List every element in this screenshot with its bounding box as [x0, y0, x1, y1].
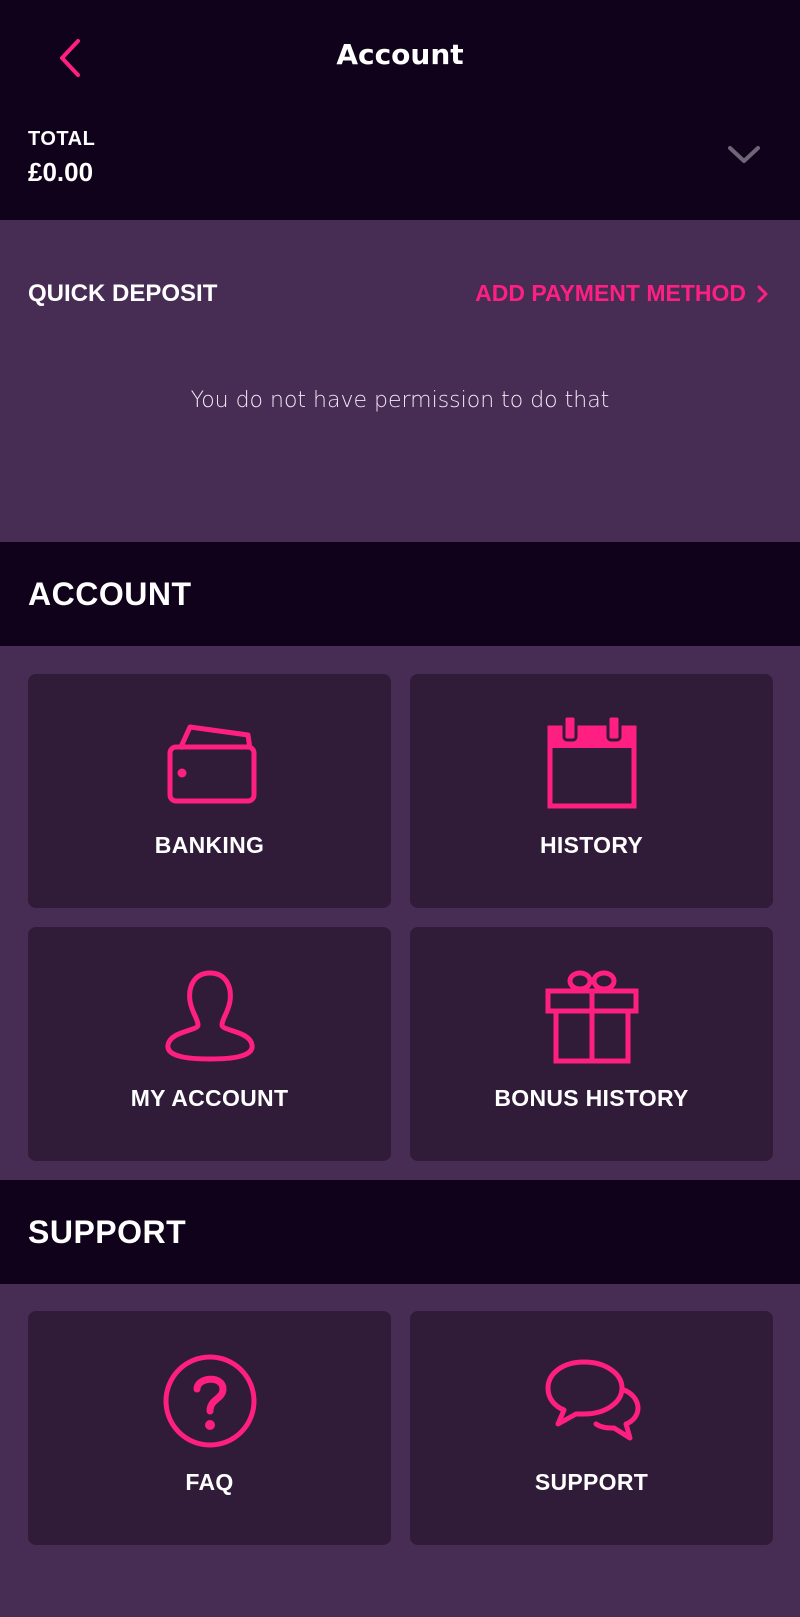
- add-payment-method-link[interactable]: ADD PAYMENT METHOD: [475, 280, 768, 307]
- calendar-icon: [547, 714, 636, 809]
- page-title: Account: [336, 38, 464, 71]
- support-section-title: SUPPORT: [28, 1214, 187, 1250]
- banking-label: BANKING: [154, 832, 265, 858]
- total-value: £0.00: [28, 157, 94, 187]
- account-section-title: ACCOUNT: [28, 576, 192, 612]
- wallet-icon: [167, 724, 256, 804]
- bonus-history-tile[interactable]: BONUS HISTORY: [410, 927, 773, 1161]
- quick-deposit-panel: QUICK DEPOSIT ADD PAYMENT METHOD You do …: [0, 220, 800, 542]
- chat-bubbles-icon: [545, 1359, 640, 1441]
- support-tile[interactable]: SUPPORT: [410, 1311, 773, 1545]
- history-tile[interactable]: HISTORY: [410, 674, 773, 908]
- my-account-tile[interactable]: MY ACCOUNT: [28, 927, 391, 1161]
- user-icon: [165, 970, 254, 1062]
- quick-deposit-title: QUICK DEPOSIT: [28, 280, 218, 307]
- gift-icon: [545, 970, 638, 1064]
- balance-expand-toggle[interactable]: [722, 140, 766, 170]
- chevron-right-icon: [757, 285, 768, 302]
- total-label: TOTAL: [28, 128, 96, 150]
- permission-message: You do not have permission to do that: [190, 388, 610, 413]
- my-account-label: MY ACCOUNT: [130, 1085, 289, 1111]
- account-section-header: ACCOUNT: [0, 542, 800, 646]
- support-section-header: SUPPORT: [0, 1180, 800, 1284]
- header: Account TOTAL £0.00: [0, 0, 800, 220]
- chevron-down-icon: [728, 146, 760, 163]
- bonus-history-label: BONUS HISTORY: [494, 1085, 689, 1111]
- faq-tile[interactable]: FAQ: [28, 1311, 391, 1545]
- banking-tile[interactable]: BANKING: [28, 674, 391, 908]
- add-payment-method-label: ADD PAYMENT METHOD: [475, 280, 746, 306]
- support-label: SUPPORT: [534, 1469, 649, 1495]
- faq-label: FAQ: [185, 1469, 234, 1495]
- history-label: HISTORY: [539, 832, 644, 858]
- question-icon: [163, 1354, 256, 1448]
